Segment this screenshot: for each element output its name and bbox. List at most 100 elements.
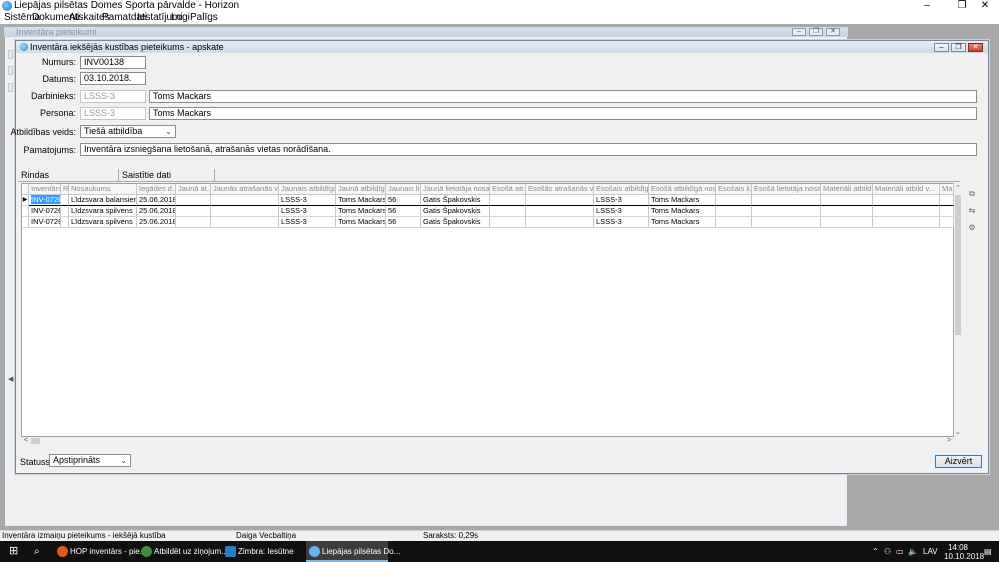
taskbar-app-horizon[interactable]: Liepājas pilsētas Do... — [306, 541, 400, 562]
notifications-icon[interactable]: ▤ — [984, 541, 992, 562]
dialog-minimize-button[interactable]: – — [934, 43, 949, 52]
background-window-titlebar[interactable] — [4, 27, 848, 37]
grid-cell[interactable] — [211, 217, 279, 228]
grid-cell[interactable] — [61, 195, 69, 206]
grid-cell[interactable] — [176, 217, 211, 228]
column-header-r[interactable]: R — [61, 184, 69, 195]
bg-minimize-button[interactable]: – — [792, 28, 806, 36]
employee-code-field[interactable]: LSSS-3 — [80, 90, 146, 103]
grid-cell[interactable] — [61, 217, 69, 228]
grid-horizontal-scrollbar[interactable] — [22, 437, 954, 445]
grid-cell[interactable]: LSSS-3 — [279, 206, 336, 217]
scroll-down-icon[interactable]: ⌄ — [955, 429, 961, 437]
windows-start-icon[interactable]: ⊞ — [9, 541, 18, 562]
grid-cell[interactable] — [821, 217, 873, 228]
reason-field[interactable]: Inventāra izsniegšana lietošanā, atrašan… — [80, 143, 977, 156]
number-field[interactable]: INV00138 — [80, 56, 146, 69]
column-header-esosas-atrasanas-vietas[interactable]: Esošās atrašanās vie... — [526, 184, 594, 195]
responsibility-select[interactable]: Tiešā atbildība ⌄ — [80, 125, 176, 138]
column-header-inventars[interactable]: Inventārs — [29, 184, 61, 195]
grid-cell[interactable] — [873, 217, 940, 228]
column-header-jaunais-lietotajs[interactable]: Jaunais li... — [386, 184, 421, 195]
copy-icon[interactable]: ⧉ — [967, 189, 977, 198]
settings-icon[interactable]: ⚙ — [967, 223, 977, 232]
grid-cell[interactable]: INV-07261 — [29, 206, 61, 217]
grid-cell[interactable]: LSSS-3 — [279, 217, 336, 228]
grid-cell[interactable]: Toms Mackars — [336, 206, 386, 217]
scroll-left-icon[interactable]: < — [24, 437, 28, 445]
column-header-esosais-atbildigais[interactable]: Esošais atbildīg — [594, 184, 649, 195]
grid-cell[interactable] — [526, 217, 594, 228]
grid-cell[interactable] — [873, 206, 940, 217]
column-header-esosa-atbildiga-nos[interactable]: Esošā atbildīgā nos... — [649, 184, 716, 195]
minimize-button[interactable]: – — [913, 0, 941, 12]
grid-cell[interactable] — [61, 206, 69, 217]
grid-cell[interactable]: Toms Mackars — [336, 195, 386, 206]
grid-cell[interactable] — [490, 206, 526, 217]
grid-cell[interactable]: 25.06.2018. — [137, 217, 176, 228]
grid-cell[interactable] — [716, 206, 752, 217]
column-header-esosa-lietotaja-nos[interactable]: Esošā lietotāja nosa... — [752, 184, 821, 195]
bg-scroll-left-icon[interactable]: ◀ — [8, 376, 13, 384]
grid-cell[interactable]: Toms Mackars — [649, 195, 716, 206]
bg-close-button[interactable]: ✕ — [826, 28, 840, 36]
grid-cell[interactable]: Toms Mackars — [336, 217, 386, 228]
grid-cell[interactable] — [716, 217, 752, 228]
grid-cell[interactable]: Līdzsvara spilvens — [69, 206, 137, 217]
menu-item-paligs[interactable]: Palīgs — [190, 12, 218, 24]
grid-cell[interactable] — [752, 217, 821, 228]
grid-cell[interactable]: 25.06.2018. — [137, 195, 176, 206]
grid-cell[interactable]: Gatis Špakovskis — [421, 217, 490, 228]
grid-cell[interactable] — [211, 195, 279, 206]
taskbar-app-zimbra[interactable]: Zimbra: Iesūtne — [222, 541, 304, 562]
menu-item-logi[interactable]: Logi — [171, 12, 190, 24]
grid-cell[interactable]: 56 — [386, 206, 421, 217]
grid-cell[interactable] — [526, 206, 594, 217]
person-code-field[interactable]: LSSS-3 — [80, 107, 146, 120]
grid-cell[interactable]: INV-07260 — [31, 195, 60, 204]
taskbar-app-reply[interactable]: Atbildēt uz ziņojum... — [138, 541, 228, 562]
scroll-up-icon[interactable]: ⌃ — [955, 185, 961, 193]
grid-cell[interactable]: 25.06.2018. — [137, 206, 176, 217]
grid-cell[interactable]: Gatis Špakovskis — [421, 195, 490, 206]
grid-cell[interactable]: Līdzsvara balansieris — [69, 195, 137, 206]
table-row[interactable]: INV-07262 Līdzsvara spilvens 25.06.2018.… — [22, 217, 954, 228]
scroll-right-icon[interactable]: > — [947, 437, 951, 445]
column-header-esosais-lietotajs[interactable]: Esošais li... — [716, 184, 752, 195]
volume-icon[interactable]: 🔈 — [908, 541, 918, 562]
search-icon[interactable]: ⌕ — [34, 541, 40, 562]
grid-cell[interactable] — [176, 206, 211, 217]
grid-vertical-scroll-thumb[interactable] — [955, 195, 961, 335]
employee-name-field[interactable]: Toms Mackars — [149, 90, 977, 103]
column-header-materiali-atbildigais[interactable]: Materiāli atbild... — [821, 184, 873, 195]
bg-restore-button[interactable]: ❐ — [809, 28, 823, 36]
tray-expand-icon[interactable]: ⌃ — [872, 541, 879, 562]
grid-cell[interactable]: LSSS-3 — [594, 195, 649, 206]
grid-cell[interactable]: LSSS-3 — [594, 206, 649, 217]
dialog-restore-button[interactable]: ❐ — [951, 43, 966, 52]
export-icon[interactable]: ⇆ — [967, 206, 977, 215]
column-header-jaunais-atbildigais[interactable]: Jaunais atbildīgais — [279, 184, 336, 195]
grid-cell[interactable] — [940, 217, 954, 228]
tab-saistitie-dati[interactable]: Saistītie dati — [118, 169, 215, 181]
grid-cell[interactable]: LSSS-3 — [594, 217, 649, 228]
taskbar-app-hop[interactable]: HOP inventārs - pie... — [54, 541, 146, 562]
column-header-jauna-atbildiga-nos[interactable]: Jaunā atbildīg... — [336, 184, 386, 195]
grid-cell[interactable] — [490, 195, 526, 206]
person-name-field[interactable]: Toms Mackars — [149, 107, 977, 120]
grid-horizontal-scroll-thumb[interactable] — [31, 438, 40, 444]
tab-rindas[interactable]: Rindas — [21, 169, 118, 181]
grid-cell[interactable]: Toms Mackars — [649, 206, 716, 217]
grid-cell[interactable]: LSSS-3 — [279, 195, 336, 206]
close-button[interactable]: Aizvērt — [935, 455, 982, 468]
people-icon[interactable]: ⚇ — [884, 541, 891, 562]
grid-cell[interactable]: 56 — [386, 195, 421, 206]
grid-cell[interactable]: Toms Mackars — [649, 217, 716, 228]
status-select[interactable]: Apstiprināts ⌄ — [49, 454, 131, 467]
grid-cell[interactable] — [821, 206, 873, 217]
column-header-ma[interactable]: Ma — [940, 184, 954, 195]
grid-cell[interactable] — [752, 206, 821, 217]
grid-cell[interactable] — [490, 217, 526, 228]
date-field[interactable]: 03.10.2018. — [80, 72, 146, 85]
column-header-nosaukums[interactable]: Nosaukums — [69, 184, 137, 195]
